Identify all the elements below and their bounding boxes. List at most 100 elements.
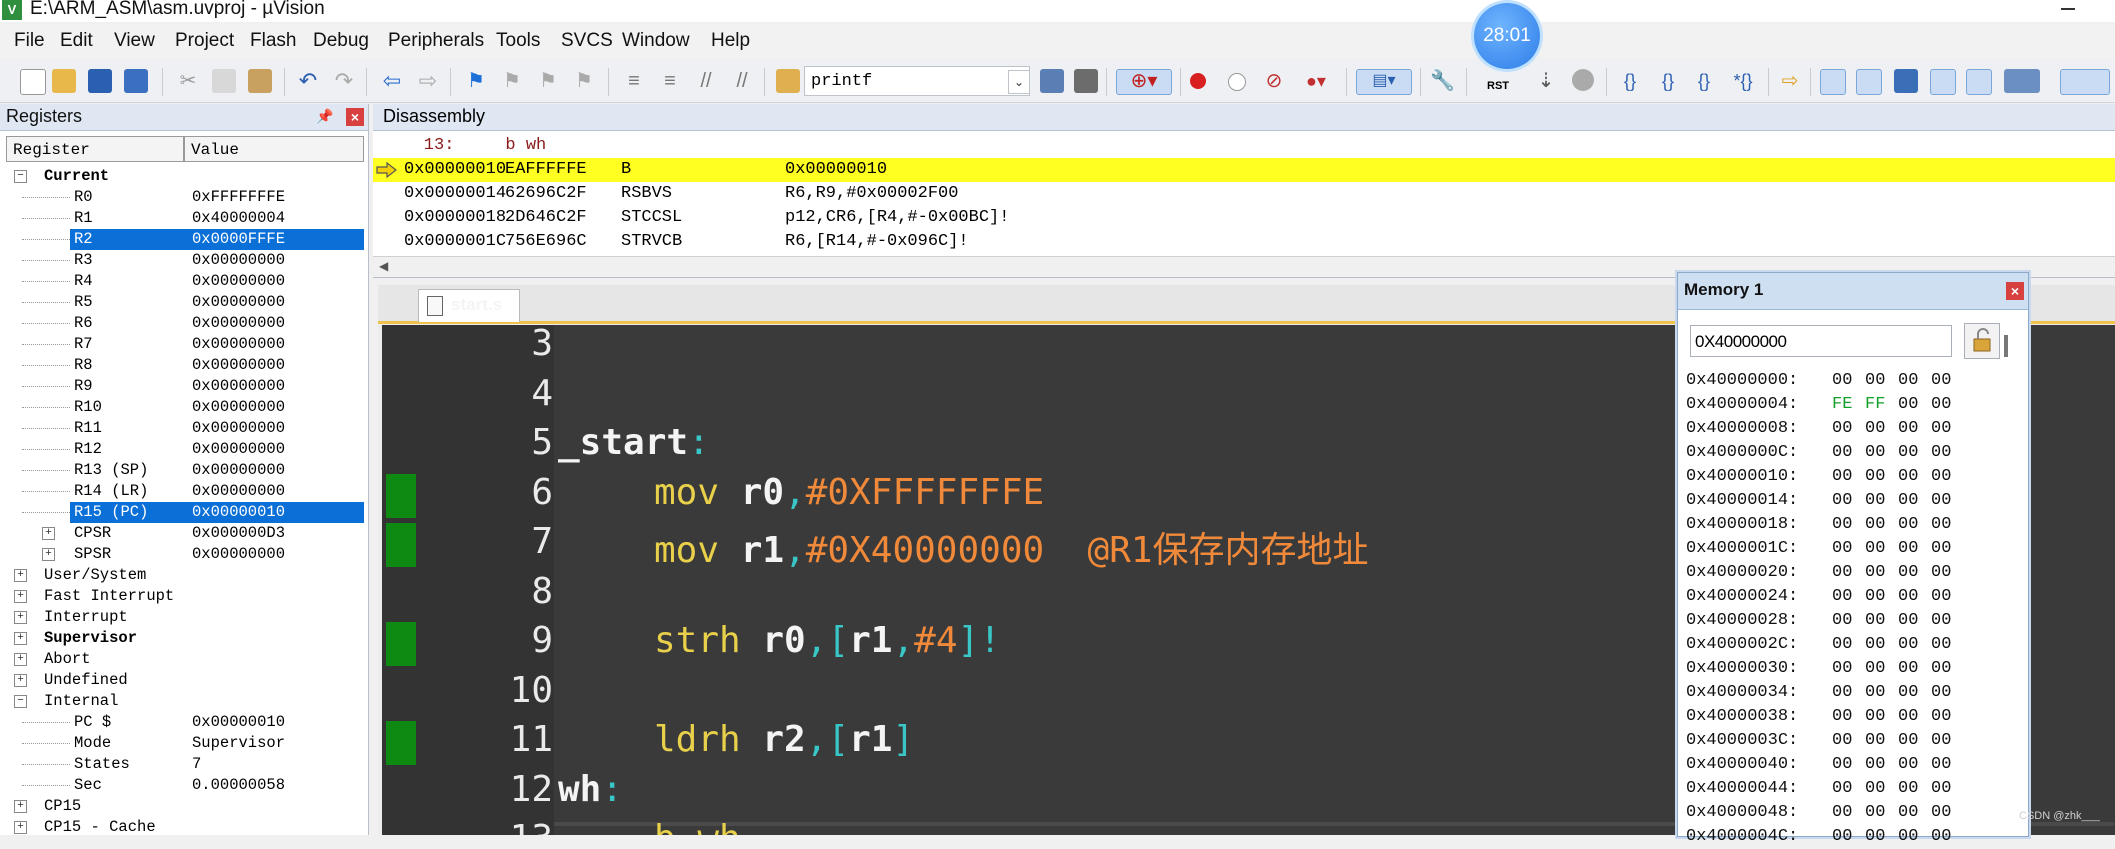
memory-byte[interactable]: 00 — [1865, 657, 1885, 681]
register-row[interactable]: R10 0x00000000 — [0, 397, 368, 418]
memory-byte[interactable]: 00 — [1832, 441, 1852, 465]
collapse-icon[interactable]: − — [14, 695, 27, 708]
column-header-value[interactable]: Value — [184, 136, 364, 162]
memory-byte[interactable]: 00 — [1898, 393, 1918, 417]
indent-icon[interactable]: ≡ — [622, 69, 646, 93]
memory-row[interactable]: 0x40000014: 00 00 00 00 — [1686, 489, 2026, 513]
show-next-statement-icon[interactable]: ⇨ — [1778, 69, 1802, 93]
menu-file[interactable]: File — [14, 30, 45, 52]
register-value[interactable]: 0x00000010 — [192, 712, 285, 733]
memory-byte[interactable]: 00 — [1898, 657, 1918, 681]
register-row[interactable]: + Fast Interrupt — [0, 586, 368, 607]
register-row[interactable]: R2 0x0000FFFE — [0, 229, 368, 250]
register-value[interactable]: 0x00000000 — [192, 355, 285, 376]
cut-icon[interactable]: ✂ — [176, 69, 200, 93]
memory-byte[interactable]: 00 — [1898, 585, 1918, 609]
register-row[interactable]: States 7 — [0, 754, 368, 775]
register-row[interactable]: Sec 0.00000058 — [0, 775, 368, 796]
memory-byte[interactable]: 00 — [1832, 681, 1852, 705]
menu-window[interactable]: Window — [622, 30, 690, 52]
memory-byte[interactable]: 00 — [1931, 393, 1951, 417]
memory-row[interactable]: 0x40000010: 00 00 00 00 — [1686, 465, 2026, 489]
pin-icon[interactable]: 📌 — [316, 108, 333, 124]
clear-bookmarks-icon[interactable]: ⚑ — [572, 69, 596, 93]
memory-byte[interactable]: 00 — [1898, 609, 1918, 633]
memory-byte[interactable]: 00 — [1898, 537, 1918, 561]
undo-icon[interactable]: ↶ — [296, 69, 320, 93]
memory-byte[interactable]: 00 — [1931, 585, 1951, 609]
memory-row[interactable]: 0x4000004C: 00 00 00 00 — [1686, 825, 2026, 849]
memory-byte[interactable]: 00 — [1865, 537, 1885, 561]
memory-byte[interactable]: 00 — [1931, 825, 1951, 849]
expand-icon[interactable]: + — [14, 674, 27, 687]
register-row[interactable]: PC $ 0x00000010 — [0, 712, 368, 733]
memory-byte[interactable]: 00 — [1898, 705, 1918, 729]
tab-start-s[interactable]: start.s — [418, 289, 520, 322]
memory-byte[interactable]: 00 — [1832, 657, 1852, 681]
memory-byte[interactable]: 00 — [1931, 537, 1951, 561]
memory-byte[interactable]: 00 — [1865, 465, 1885, 489]
memory-byte[interactable]: 00 — [1832, 417, 1852, 441]
debug-settings-icon[interactable] — [1074, 69, 1098, 93]
memory-byte[interactable]: 00 — [1931, 729, 1951, 753]
code-line[interactable]: mov r1,#0X40000000 @R1保存内存地址 — [654, 521, 1369, 573]
register-row[interactable]: − Internal — [0, 691, 368, 712]
prev-bookmark-icon[interactable]: ⚑ — [500, 69, 524, 93]
register-value[interactable]: 0x00000000 — [192, 334, 285, 355]
disassembly-row[interactable]: 0x00000014 62696C2F RSBVS R6,R9,#0x00002F00 — [373, 182, 2115, 206]
disassembly-row[interactable]: 0x00000010 EAFFFFFE B 0x00000010 — [373, 158, 2115, 182]
expand-icon[interactable]: + — [14, 611, 27, 624]
register-row[interactable]: Mode Supervisor — [0, 733, 368, 754]
memory-byte[interactable]: 00 — [1931, 753, 1951, 777]
memory-byte[interactable]: 00 — [1931, 609, 1951, 633]
register-row[interactable]: R0 0xFFFFFFFE — [0, 187, 368, 208]
memory-byte[interactable]: 00 — [1931, 465, 1951, 489]
register-value[interactable]: 0x0000FFFE — [192, 229, 285, 250]
memory-byte[interactable]: 00 — [1865, 801, 1885, 825]
run-icon[interactable]: ⇣ — [1534, 69, 1558, 93]
code-line[interactable]: ldrh r2,[r1] — [654, 719, 914, 760]
register-value[interactable]: 7 — [192, 754, 201, 775]
memory-byte[interactable]: 00 — [1832, 753, 1852, 777]
disassembly-row[interactable]: 0x00000018 2D646C2F STCCSL p12,CR6,[R4,#-0x… — [373, 206, 2115, 230]
memory-byte[interactable]: 00 — [1865, 561, 1885, 585]
memory-row[interactable]: 0x40000030: 00 00 00 00 — [1686, 657, 2026, 681]
register-value[interactable]: 0x00000000 — [192, 376, 285, 397]
memory-byte[interactable]: 00 — [1931, 489, 1951, 513]
register-row[interactable]: R3 0x00000000 — [0, 250, 368, 271]
memory-byte[interactable]: 00 — [1898, 417, 1918, 441]
menu-debug[interactable]: Debug — [313, 30, 369, 52]
unindent-icon[interactable]: ≡ — [658, 69, 682, 93]
register-row[interactable]: R15 (PC) 0x00000010 — [0, 502, 368, 523]
uncomment-icon[interactable]: // — [730, 69, 754, 93]
memory-byte[interactable]: 00 — [1832, 369, 1852, 393]
register-row[interactable]: + Undefined — [0, 670, 368, 691]
register-row[interactable]: + Supervisor — [0, 628, 368, 649]
memory-byte[interactable]: 00 — [1931, 633, 1951, 657]
memory-row[interactable]: 0x40000020: 00 00 00 00 — [1686, 561, 2026, 585]
memory-byte[interactable]: 00 — [1865, 369, 1885, 393]
expand-icon[interactable]: + — [14, 569, 27, 582]
disassembly-row[interactable]: 0x0000001C 756E696C STRVCB R6,[R14,#-0x096C… — [373, 230, 2115, 254]
menu-help[interactable]: Help — [711, 30, 750, 52]
wrench-icon[interactable]: 🔧 — [1430, 69, 1455, 93]
memory-byte[interactable]: 00 — [1898, 489, 1918, 513]
memory-row[interactable]: 0x4000003C: 00 00 00 00 — [1686, 729, 2026, 753]
paste-icon[interactable] — [248, 69, 272, 93]
expand-icon[interactable]: + — [42, 548, 55, 561]
memory-byte[interactable]: 00 — [1832, 801, 1852, 825]
memory-byte[interactable]: 00 — [1898, 825, 1918, 849]
find-in-files-icon[interactable] — [776, 69, 800, 93]
memory-byte[interactable]: 00 — [1865, 585, 1885, 609]
menu-project[interactable]: Project — [175, 30, 234, 52]
menu-edit[interactable]: Edit — [60, 30, 93, 52]
symbols-window-icon[interactable] — [1894, 69, 1918, 93]
memory-byte[interactable]: 00 — [1832, 537, 1852, 561]
memory-byte[interactable]: 00 — [1931, 777, 1951, 801]
register-row[interactable]: R12 0x00000000 — [0, 439, 368, 460]
register-row[interactable]: R11 0x00000000 — [0, 418, 368, 439]
memory-row[interactable]: 0x40000004: FE FF 00 00 — [1686, 393, 2026, 417]
code-line[interactable]: mov r0,#0XFFFFFFFE — [654, 472, 1044, 513]
menu-tools[interactable]: Tools — [496, 30, 540, 52]
memory-byte[interactable]: 00 — [1865, 633, 1885, 657]
